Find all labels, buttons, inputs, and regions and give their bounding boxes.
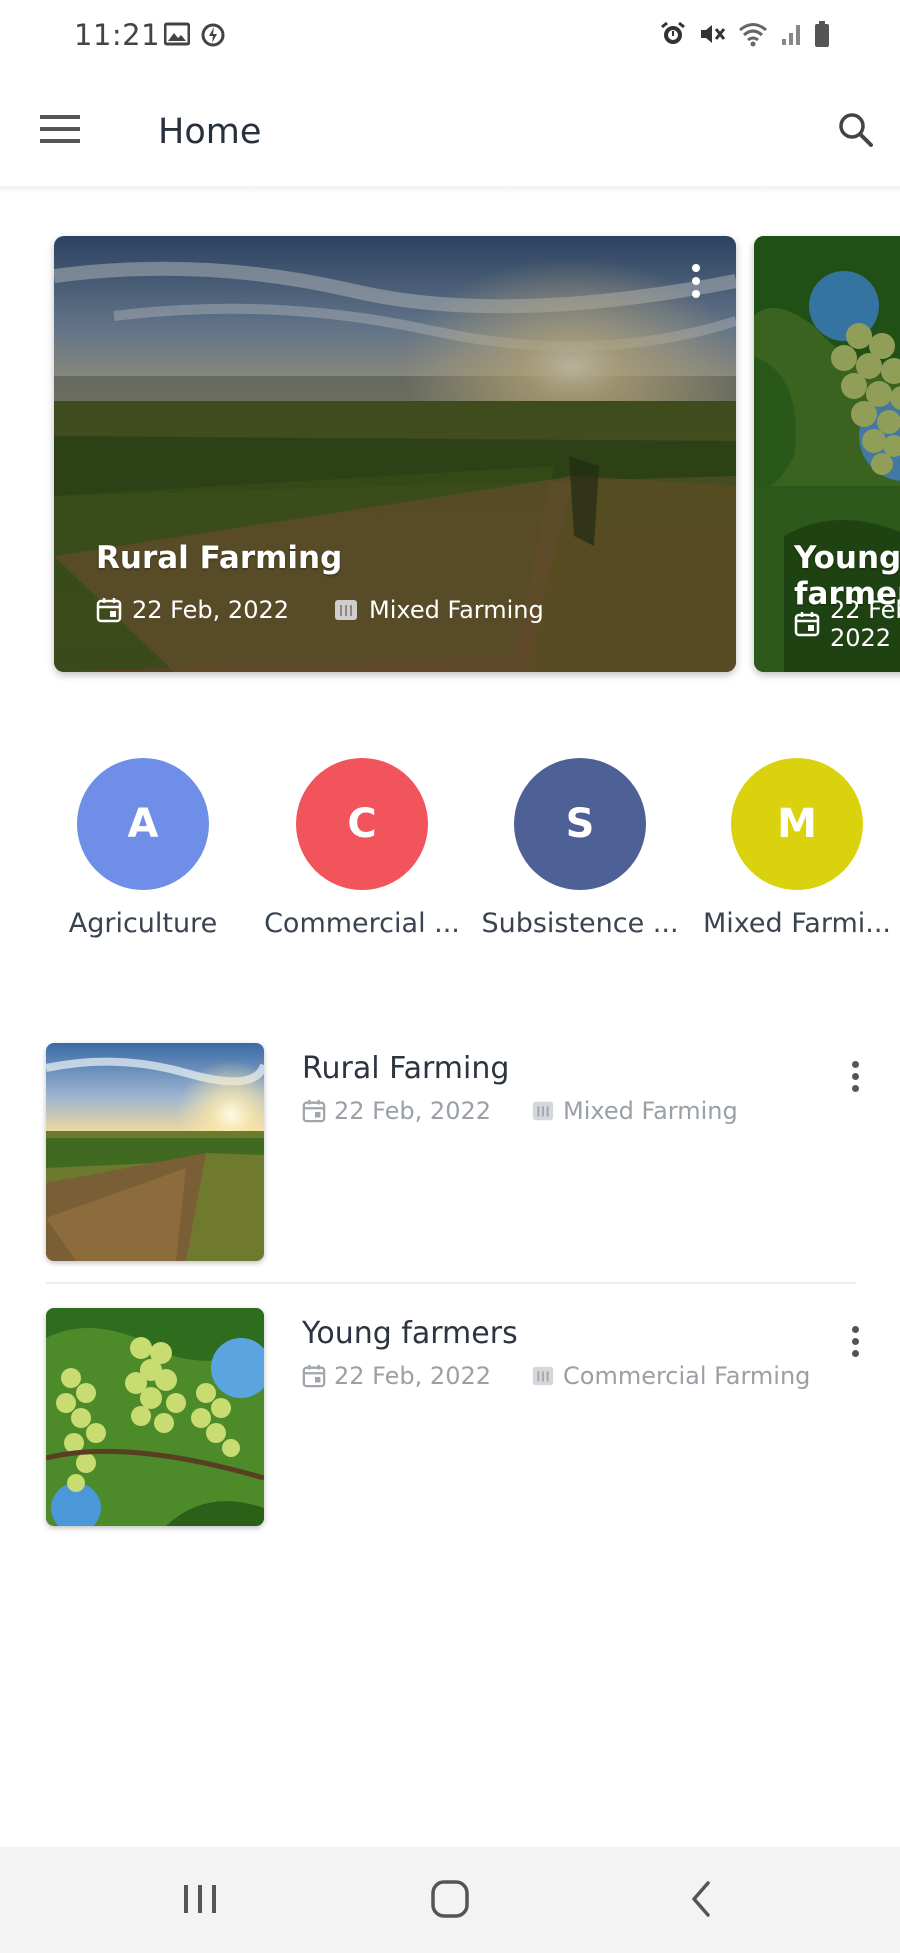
category-label: Mixed Farmi... <box>702 908 892 939</box>
system-nav-bar <box>0 1847 900 1953</box>
signal-icon <box>780 21 802 47</box>
article-date: 22 Feb, 2022 <box>334 1362 491 1390</box>
article-meta: 22 Feb, 2022 Commercial Farming <box>302 1362 810 1390</box>
status-right-icons <box>660 20 830 48</box>
featured-date: 22 Feb, 2022 <box>830 596 900 652</box>
app-bar: Home <box>0 72 900 190</box>
category-avatar: S <box>514 758 646 890</box>
back-icon[interactable] <box>680 1877 724 1921</box>
list-divider <box>46 1282 856 1284</box>
calendar-icon <box>96 597 122 623</box>
list-item[interactable]: Young farmers 22 Feb, 2022 Commercial Fa… <box>46 1308 859 1528</box>
wifi-icon <box>738 21 768 47</box>
category-label: Agriculture <box>68 908 218 939</box>
category-row: A Agriculture C Commercial ... S Subsist… <box>0 758 900 948</box>
mute-icon <box>698 21 726 47</box>
article-date: 22 Feb, 2022 <box>334 1097 491 1125</box>
article-thumbnail <box>46 1308 264 1526</box>
alarm-icon <box>660 21 686 47</box>
list-item[interactable]: Rural Farming 22 Feb, 2022 Mixed Farming <box>46 1043 859 1263</box>
search-icon[interactable] <box>836 110 876 150</box>
gallery-icon <box>164 22 190 48</box>
app-bar-divider <box>0 186 900 194</box>
category-icon <box>531 1099 555 1123</box>
status-time: 11:21 <box>74 18 161 52</box>
featured-meta: 22 Feb, 2022 <box>794 596 900 652</box>
featured-card-rural-farming[interactable]: Rural Farming 22 Feb, 2022 Mixed Farming <box>54 236 736 672</box>
status-left-icons <box>164 22 226 48</box>
category-icon <box>333 597 359 623</box>
category-mixed-farming[interactable]: M Mixed Farmi... <box>692 758 900 939</box>
page-title: Home <box>158 112 262 152</box>
category-label: Commercial ... <box>264 908 460 939</box>
featured-meta: 22 Feb, 2022 Mixed Farming <box>96 596 544 624</box>
article-thumbnail <box>46 1043 264 1261</box>
category-icon <box>531 1364 555 1388</box>
menu-icon[interactable] <box>38 112 82 146</box>
category-agriculture[interactable]: A Agriculture <box>38 758 248 939</box>
article-title: Young farmers <box>302 1316 518 1351</box>
article-meta: 22 Feb, 2022 Mixed Farming <box>302 1097 738 1125</box>
home-icon[interactable] <box>428 1877 472 1921</box>
more-vert-icon[interactable] <box>852 1326 862 1362</box>
featured-card-young-farmers[interactable]: Young farmers 22 Feb, 2022 <box>754 236 900 672</box>
article-category: Mixed Farming <box>563 1097 738 1125</box>
calendar-icon <box>302 1364 326 1388</box>
category-avatar: M <box>731 758 863 890</box>
category-avatar: C <box>296 758 428 890</box>
article-title: Rural Farming <box>302 1051 510 1086</box>
more-vert-icon[interactable] <box>692 264 702 300</box>
featured-date: 22 Feb, 2022 <box>132 596 289 624</box>
calendar-icon <box>794 611 820 637</box>
recent-apps-icon[interactable] <box>178 1877 222 1921</box>
status-bar: 11:21 <box>0 0 900 72</box>
article-category: Commercial Farming <box>563 1362 811 1390</box>
featured-category: Mixed Farming <box>369 596 544 624</box>
calendar-icon <box>302 1099 326 1123</box>
category-avatar: A <box>77 758 209 890</box>
featured-title: Rural Farming <box>96 540 343 576</box>
category-label: Subsistence ... <box>481 908 679 939</box>
category-subsistence[interactable]: S Subsistence ... <box>475 758 685 939</box>
data-saver-icon <box>200 22 226 48</box>
more-vert-icon[interactable] <box>852 1061 862 1097</box>
category-commercial[interactable]: C Commercial ... <box>257 758 467 939</box>
battery-icon <box>814 20 830 48</box>
